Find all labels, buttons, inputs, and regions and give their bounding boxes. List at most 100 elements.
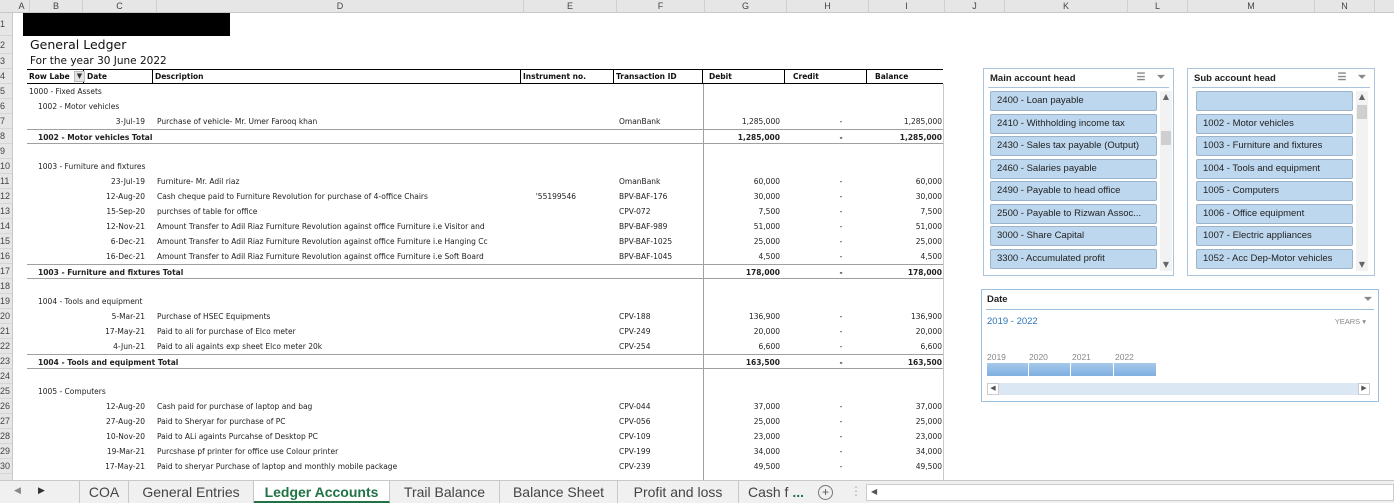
slicer-item[interactable]: 1007 - Electric appliances <box>1196 226 1353 246</box>
ledger-entry-row[interactable]: 12-Aug-20 Cash cheque paid to Furniture R… <box>27 189 943 204</box>
multi-select-icon[interactable]: ☰ <box>1336 72 1348 84</box>
slicer-scrollbar[interactable]: ▲ ▼ <box>1160 91 1172 271</box>
sheet-tab-general-entries[interactable]: General Entries <box>129 481 254 503</box>
slicer-item[interactable]: 1005 - Computers <box>1196 181 1353 201</box>
scroll-down-icon[interactable]: ▼ <box>1160 259 1172 271</box>
slicer-scrollbar[interactable]: ▲ ▼ <box>1356 91 1368 271</box>
row-header[interactable]: 21 <box>0 324 12 339</box>
row-header[interactable]: 10 <box>0 159 12 174</box>
scroll-right-icon[interactable]: ▶ <box>1358 383 1370 395</box>
blank-row[interactable] <box>27 369 943 384</box>
group-header-row[interactable]: 1004 - Tools and equipment <box>27 294 943 309</box>
group-header-row[interactable]: 1003 - Furniture and fixtures <box>27 159 943 174</box>
clear-filter-icon[interactable]: ⏷ <box>1356 72 1368 84</box>
column-header-c[interactable]: C <box>83 0 157 13</box>
sheet-tab-trail-balance[interactable]: Trail Balance <box>390 481 500 503</box>
row-header[interactable]: 26 <box>0 399 12 414</box>
next-sheet-icon[interactable]: ▶ <box>38 485 45 496</box>
slicer-item[interactable]: 1003 - Furniture and fixtures <box>1196 136 1353 156</box>
slicer-item[interactable]: 2460 - Salaries payable <box>990 158 1157 179</box>
timeline-scrollbar[interactable]: ◀ ▶ <box>987 383 1370 395</box>
row-header[interactable]: 5 <box>0 84 12 99</box>
worksheet-grid[interactable]: General Ledger For the year 30 June 2022… <box>14 13 1394 480</box>
ledger-entry-row[interactable]: 12-Nov-21 Amount Transfer to Adil Riaz Fu… <box>27 219 943 234</box>
row-header[interactable]: 2 <box>0 36 12 54</box>
row-header[interactable]: 30 <box>0 459 12 474</box>
row-header[interactable]: 22 <box>0 339 12 354</box>
row-header[interactable]: 29 <box>0 444 12 459</box>
row-header[interactable]: 17 <box>0 264 12 279</box>
column-header-i[interactable]: I <box>869 0 945 13</box>
ledger-entry-row[interactable]: 17-May-21 Paid to ali for purchase of Elc… <box>27 324 943 339</box>
scroll-left-icon[interactable]: ◀ <box>871 487 877 496</box>
slicer-item[interactable]: 3000 - Share Capital <box>990 226 1157 246</box>
group-header-row[interactable]: 1005 - Computers <box>27 384 943 399</box>
row-header[interactable]: 25 <box>0 384 12 399</box>
timeline-period-bar[interactable] <box>1114 363 1157 376</box>
slicer-item[interactable]: 2490 - Payable to head office <box>990 181 1157 201</box>
sheet-tab-coa[interactable]: COA <box>79 481 129 503</box>
slicer-item[interactable]: 3300 - Accumulated profit <box>990 248 1157 269</box>
sheet-tab-cash-flow[interactable]: Cash f ... <box>739 481 813 503</box>
slicer-item[interactable] <box>1196 91 1353 111</box>
row-header[interactable]: 1 <box>0 13 12 36</box>
row-header[interactable]: 14 <box>0 219 12 234</box>
sheet-tab-ledger-accounts[interactable]: Ledger Accounts <box>254 481 390 503</box>
row-header[interactable]: 27 <box>0 414 12 429</box>
column-header-d[interactable]: D <box>157 0 524 13</box>
blank-row[interactable] <box>27 279 943 294</box>
row-header[interactable]: 23 <box>0 354 12 369</box>
column-header-j[interactable]: J <box>945 0 1005 13</box>
clear-filter-icon[interactable]: ⏷ <box>1155 72 1167 84</box>
column-header-f[interactable]: F <box>617 0 705 13</box>
row-header[interactable]: 24 <box>0 369 12 384</box>
prev-sheet-icon[interactable]: ◀ <box>14 485 21 496</box>
scroll-up-icon[interactable]: ▲ <box>1356 91 1368 103</box>
timeline-level-dropdown[interactable]: YEARS ▾ <box>1335 317 1366 326</box>
column-header-n[interactable]: N <box>1315 0 1375 13</box>
sheet-tab-profit-and-loss[interactable]: Profit and loss <box>618 481 739 503</box>
timeline-period-bar[interactable] <box>1071 363 1114 376</box>
scroll-down-icon[interactable]: ▼ <box>1356 259 1368 271</box>
add-sheet-icon[interactable]: + <box>818 485 833 500</box>
ledger-entry-row[interactable]: 3-Jul-19 Purchase of vehicle- Mr. Umer Fa… <box>27 114 943 129</box>
ledger-entry-row[interactable]: 4-Jun-21 Paid to ali againts exp sheet El… <box>27 339 943 354</box>
ledger-entry-row[interactable]: 16-Dec-21 Amount Transfer to Adil Riaz Fu… <box>27 249 943 264</box>
row-header[interactable]: 20 <box>0 309 12 324</box>
ledger-entry-row[interactable]: 17-May-21 Paid to sheryar Purchase of lap… <box>27 459 943 474</box>
clear-filter-icon[interactable]: ⏷ <box>1364 290 1372 310</box>
column-header-g[interactable]: G <box>705 0 787 13</box>
row-header[interactable]: 4 <box>0 69 12 84</box>
slicer-item[interactable]: 2400 - Loan payable <box>990 91 1157 111</box>
timeline-period-bar[interactable] <box>1029 363 1071 376</box>
ledger-entry-row[interactable]: 19-Mar-21 Purcshase pf printer for office… <box>27 444 943 459</box>
slicer-item[interactable]: 2430 - Sales tax payable (Output) <box>990 136 1157 156</box>
tab-splitter-icon[interactable]: ⋮ <box>850 484 862 498</box>
ledger-entry-row[interactable]: 10-Nov-20 Paid to ALi againts Purcahse of… <box>27 429 943 444</box>
blank-row[interactable] <box>27 144 943 159</box>
ledger-entry-row[interactable]: 12-Aug-20 Cash paid for purchase of lapto… <box>27 399 943 414</box>
row-header[interactable]: 11 <box>0 174 12 189</box>
horizontal-scrollbar[interactable]: ◀ <box>866 484 1394 501</box>
row-header[interactable]: 28 <box>0 429 12 444</box>
row-header[interactable]: 3 <box>0 54 12 69</box>
sheet-tab-balance-sheet[interactable]: Balance Sheet <box>500 481 618 503</box>
row-header[interactable]: 6 <box>0 99 12 114</box>
row-header[interactable]: 15 <box>0 234 12 249</box>
multi-select-icon[interactable]: ☰ <box>1135 72 1147 84</box>
group-header-row[interactable]: 1000 - Fixed Assets <box>27 84 943 99</box>
column-header-l[interactable]: L <box>1128 0 1188 13</box>
row-header[interactable]: 7 <box>0 114 12 129</box>
more-tabs-icon[interactable]: ... <box>792 484 804 500</box>
slicer-item[interactable]: 1002 - Motor vehicles <box>1196 113 1353 134</box>
row-header[interactable]: 8 <box>0 129 12 144</box>
subtotal-row[interactable]: 1002 - Motor vehicles Total 1,285,000 - 1,2… <box>27 129 943 144</box>
slicer-item[interactable]: 2410 - Withholding income tax <box>990 113 1157 134</box>
row-header[interactable]: 13 <box>0 204 12 219</box>
column-header-b[interactable]: B <box>30 0 83 13</box>
ledger-entry-row[interactable]: 6-Dec-21 Amount Transfer to Adil Riaz Fur… <box>27 234 943 249</box>
slicer-item[interactable]: 1004 - Tools and equipment <box>1196 158 1353 179</box>
ledger-entry-row[interactable]: 5-Mar-21 Purchase of HSEC Equipments CPV-1… <box>27 309 943 324</box>
ledger-entry-row[interactable]: 15-Sep-20 purchses of table for office CPV… <box>27 204 943 219</box>
scroll-thumb[interactable] <box>1161 131 1171 145</box>
